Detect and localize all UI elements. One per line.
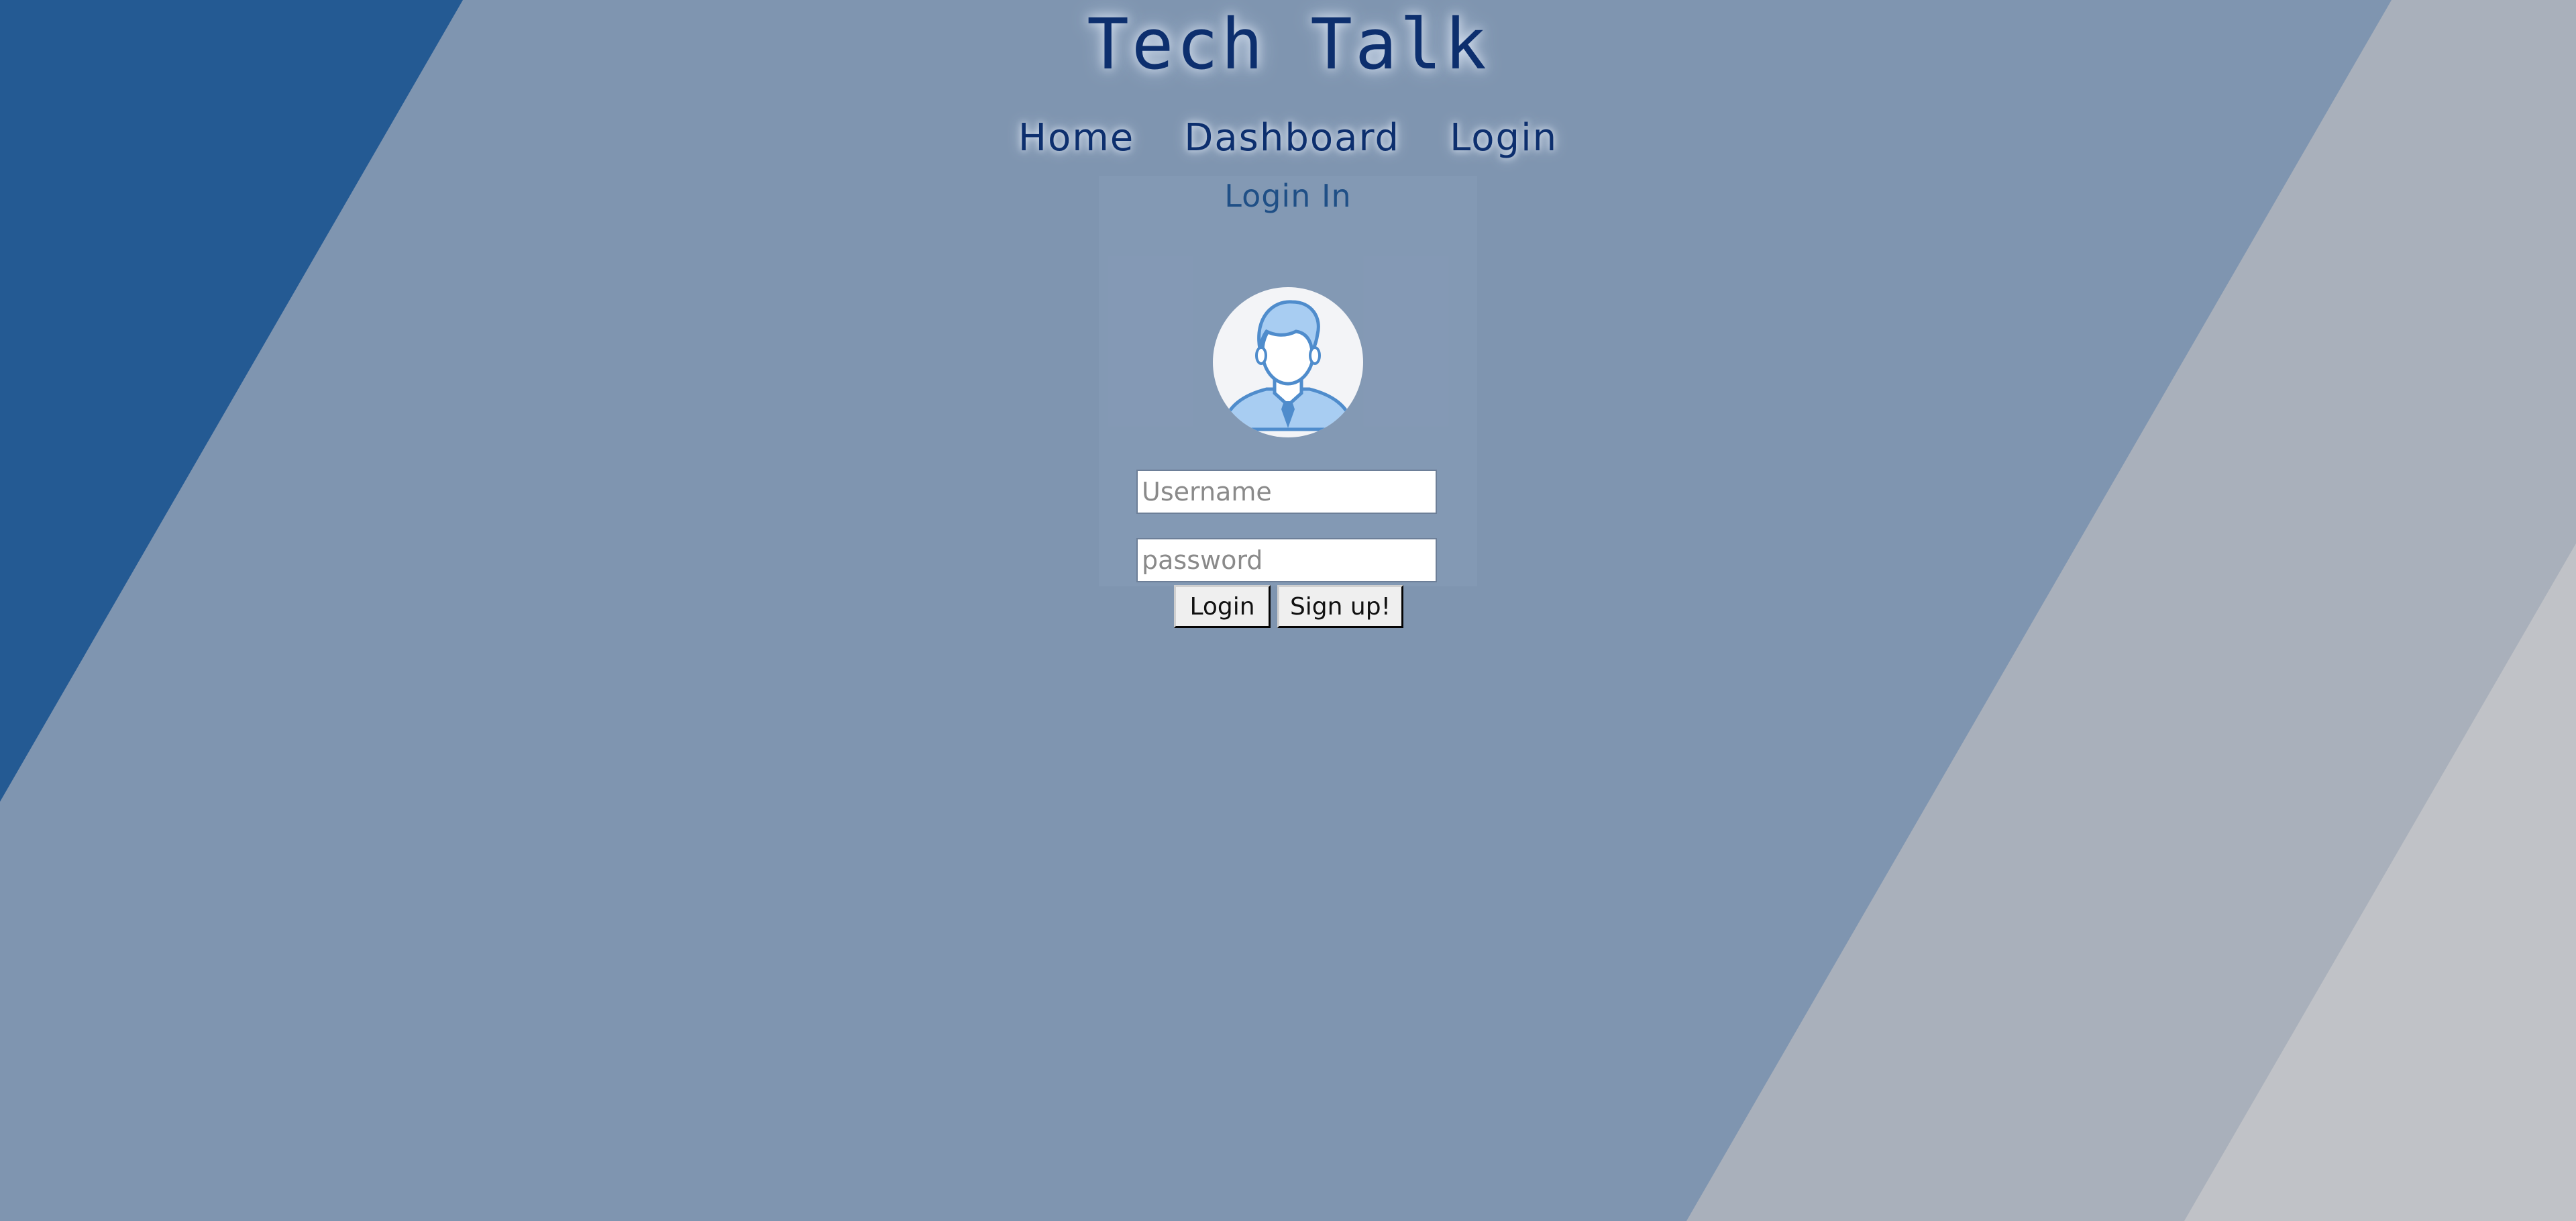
nav-login-link[interactable]: Login: [1450, 111, 1558, 165]
nav-dashboard-link[interactable]: Dashboard: [1184, 111, 1400, 165]
main-nav: Home Dashboard Login: [0, 111, 2576, 165]
nav-home-link[interactable]: Home: [1018, 111, 1134, 165]
signup-button[interactable]: Sign up!: [1277, 585, 1403, 628]
login-panel: Login In Login Sign up!: [1099, 176, 1477, 628]
site-title: Tech Talk: [1087, 3, 1489, 85]
login-button[interactable]: Login: [1174, 585, 1271, 628]
user-avatar-icon: [1213, 287, 1363, 437]
login-heading: Login In: [1224, 178, 1352, 214]
password-input[interactable]: [1136, 538, 1437, 582]
username-input[interactable]: [1136, 470, 1437, 514]
page: Tech Talk Home Dashboard Login Login In: [0, 0, 2576, 1221]
